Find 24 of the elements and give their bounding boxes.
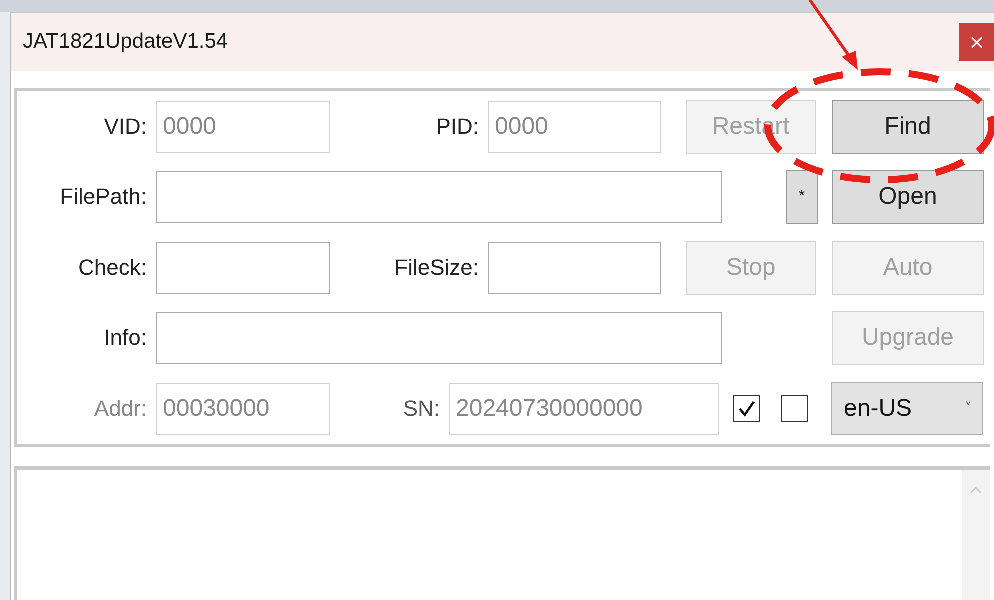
field-label: Check:: [78, 254, 148, 280]
file-path-field[interactable]: [156, 171, 722, 223]
annotation-arrow: [808, 0, 858, 70]
check-field[interactable]: [156, 242, 330, 294]
file-size-field[interactable]: [488, 242, 661, 294]
info-field[interactable]: [156, 312, 722, 364]
field-label: SN:: [402, 396, 441, 422]
field-label: FilePath:: [59, 184, 148, 210]
scroll-up-icon[interactable]: [970, 486, 982, 494]
checkbox[interactable]: [733, 395, 760, 422]
field-label: VID:: [103, 114, 148, 140]
field-label: Info:: [103, 325, 148, 351]
window-title: JAT1821UpdateV1.54: [22, 30, 228, 54]
language-dropdown[interactable]: en-US ˅: [831, 382, 983, 435]
field-label: PID:: [435, 114, 480, 140]
browse-button[interactable]: *: [786, 170, 818, 224]
field-label: FileSize:: [394, 254, 480, 280]
close-button[interactable]: ×: [959, 23, 994, 61]
checkbox[interactable]: [781, 395, 808, 422]
check-mark-icon: [736, 398, 756, 418]
find-button[interactable]: Find: [832, 100, 984, 154]
scrollbar[interactable]: [962, 470, 990, 600]
open-button[interactable]: Open: [832, 170, 984, 224]
field-label: Addr:: [93, 396, 148, 422]
